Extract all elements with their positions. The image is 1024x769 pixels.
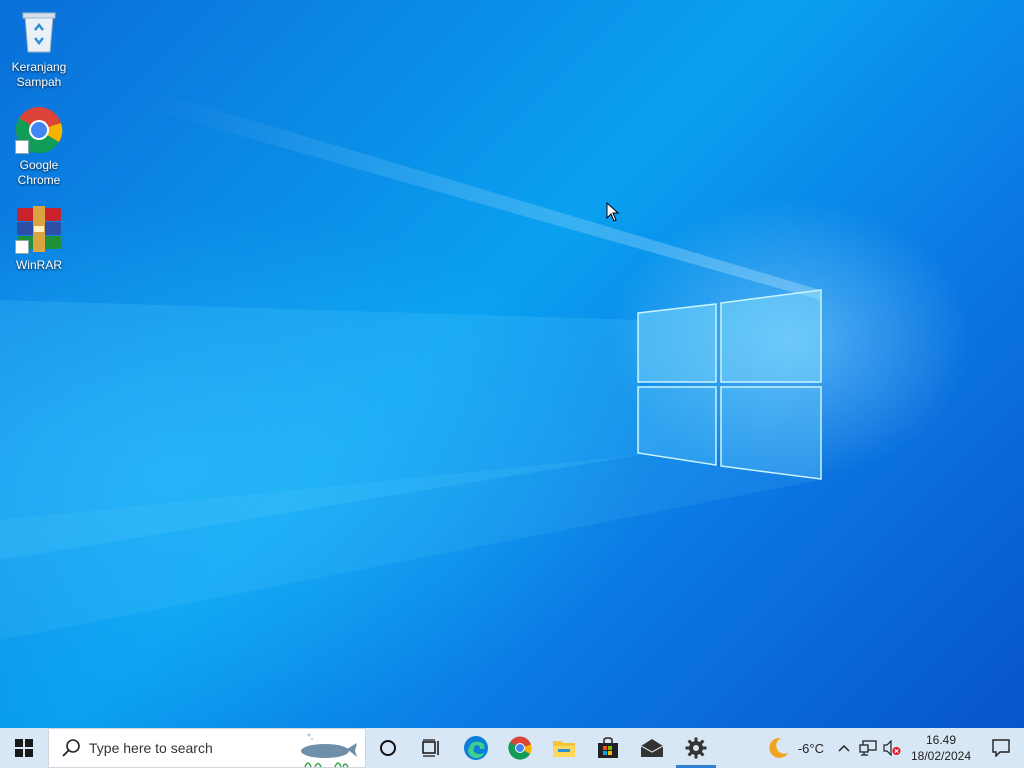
search-icon	[62, 739, 80, 757]
volume-muted-icon	[883, 740, 901, 756]
clock-time: 16.49	[925, 733, 957, 747]
winrar-icon	[15, 206, 63, 254]
edge-icon	[464, 736, 488, 760]
shortcut-arrow-icon	[15, 240, 29, 254]
windows-start-icon	[15, 739, 33, 757]
taskbar-app-mail[interactable]	[630, 728, 674, 768]
mail-icon	[640, 739, 664, 757]
system-tray: -6°C 16.49 18/02/2024	[758, 728, 1024, 768]
desktop-icon-chrome[interactable]: Google Chrome	[1, 106, 77, 188]
weather-widget[interactable]: -6°C	[758, 736, 832, 760]
desktop[interactable]: Keranjang Sampah Google Chrome WinRAR	[0, 0, 1024, 728]
folder-icon	[553, 741, 575, 757]
moon-icon	[769, 737, 788, 758]
task-view-button[interactable]	[410, 728, 454, 768]
action-center-icon	[992, 739, 1010, 757]
desktop-icon-recycle-bin[interactable]: Keranjang Sampah	[1, 8, 77, 90]
windows-logo-wallpaper	[637, 289, 822, 480]
network-icon	[859, 740, 877, 756]
chevron-up-icon	[838, 744, 850, 752]
show-hidden-icons-button[interactable]	[832, 728, 856, 768]
task-view-icon	[422, 739, 439, 757]
desktop-icon-winrar[interactable]: WinRAR	[1, 206, 77, 273]
desktop-icon-label: Keranjang Sampah	[11, 60, 67, 89]
desktop-icon-label: WinRAR	[15, 258, 62, 272]
search-highlight-whale-icon	[301, 733, 357, 768]
store-icon	[598, 737, 618, 758]
start-button[interactable]	[0, 728, 48, 768]
taskbar-app-edge[interactable]	[454, 728, 498, 768]
cortana-button[interactable]	[366, 728, 410, 768]
taskbar-app-store[interactable]	[586, 728, 630, 768]
cortana-circle-icon	[380, 740, 396, 756]
chrome-icon	[508, 736, 532, 760]
taskbar: Type here to search -6°C 16.49 18/02/202…	[0, 728, 1024, 768]
clock-date: 18/02/2024	[910, 749, 972, 763]
wallpaper-beams	[0, 90, 820, 640]
network-button[interactable]	[856, 728, 880, 768]
search-placeholder: Type here to search	[89, 740, 213, 756]
taskbar-app-settings[interactable]	[674, 728, 718, 768]
mouse-cursor-icon	[606, 202, 620, 222]
shortcut-arrow-icon	[15, 140, 29, 154]
search-box[interactable]: Type here to search	[48, 728, 366, 768]
taskbar-app-chrome[interactable]	[498, 728, 542, 768]
gear-icon	[685, 737, 707, 759]
clock[interactable]: 16.49 18/02/2024	[904, 732, 978, 764]
weather-temperature: -6°C	[797, 740, 824, 756]
taskbar-app-file-explorer[interactable]	[542, 728, 586, 768]
volume-button[interactable]	[880, 728, 904, 768]
action-center-button[interactable]	[978, 728, 1024, 768]
chrome-icon	[15, 106, 63, 154]
recycle-bin-icon	[15, 8, 63, 56]
desktop-icon-label: Google Chrome	[17, 158, 61, 187]
